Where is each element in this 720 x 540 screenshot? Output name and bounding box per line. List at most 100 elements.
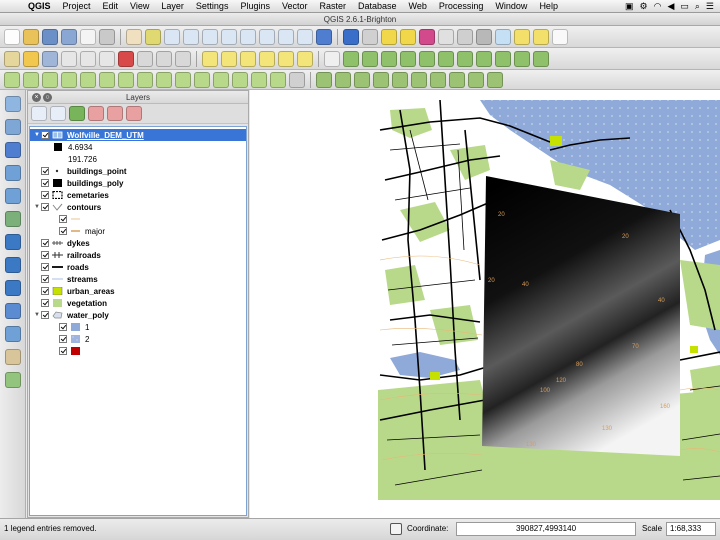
highlight-pinned-labels-icon[interactable] xyxy=(240,50,256,67)
layer-visibility-checkbox[interactable] xyxy=(41,299,49,307)
filter-legend-icon[interactable] xyxy=(69,106,85,121)
expand-all-icon[interactable] xyxy=(88,106,104,121)
menu-project[interactable]: Project xyxy=(57,1,97,11)
rotate-point-symbols-icon[interactable] xyxy=(270,71,286,88)
layer-visibility-checkbox[interactable] xyxy=(41,239,49,247)
display-icon[interactable]: ▣ xyxy=(625,1,634,12)
legend-entry[interactable]: 1 xyxy=(30,321,246,333)
refresh-icon[interactable] xyxy=(316,28,332,45)
add-wcs-layer-icon[interactable] xyxy=(476,50,492,67)
composer-manager-icon[interactable] xyxy=(99,28,115,45)
select-by-expression-icon[interactable] xyxy=(419,28,435,45)
shape-digitize-icon[interactable] xyxy=(316,71,332,88)
cut-features-icon[interactable] xyxy=(137,50,153,67)
select-features-icon[interactable] xyxy=(381,28,397,45)
show-bookmarks-icon[interactable] xyxy=(533,28,549,45)
add-wcs-side-icon[interactable] xyxy=(4,257,21,273)
add-csv-layer-icon[interactable] xyxy=(324,50,340,67)
spotlight-search-icon[interactable]: ⌕ xyxy=(695,1,700,12)
menu-view[interactable]: View xyxy=(124,1,155,11)
zoom-actual-size-icon[interactable] xyxy=(202,28,218,45)
add-raster-layer-side-icon[interactable] xyxy=(4,119,21,135)
layer-visibility-checkbox[interactable] xyxy=(41,203,49,211)
menu-help[interactable]: Help xyxy=(533,1,564,11)
add-spatialite-layer-icon[interactable] xyxy=(400,50,416,67)
menu-database[interactable]: Database xyxy=(352,1,403,11)
toggle-extents-icon[interactable] xyxy=(390,523,402,535)
layer-visibility-checkbox[interactable] xyxy=(41,167,49,175)
save-project-icon[interactable] xyxy=(42,28,58,45)
spatial-query-icon[interactable] xyxy=(468,71,484,88)
layer-visibility-checkbox[interactable] xyxy=(41,275,49,283)
layer-visibility-checkbox[interactable] xyxy=(41,191,49,199)
new-print-composer-icon[interactable] xyxy=(80,28,96,45)
layer-row[interactable]: vegetation xyxy=(30,297,246,309)
notification-list-icon[interactable]: ☰ xyxy=(706,1,714,12)
map-tips-icon[interactable] xyxy=(495,28,511,45)
add-part-icon[interactable] xyxy=(80,71,96,88)
merge-attributes-icon[interactable] xyxy=(251,71,267,88)
pan-map-icon[interactable] xyxy=(126,28,142,45)
class-visibility-checkbox[interactable] xyxy=(59,215,67,223)
add-wms-layer-icon[interactable] xyxy=(457,50,473,67)
pan-to-selection-icon[interactable] xyxy=(145,28,161,45)
menu-vector[interactable]: Vector xyxy=(276,1,314,11)
layer-visibility-checkbox[interactable] xyxy=(41,287,49,295)
delete-ring-icon[interactable] xyxy=(118,71,134,88)
add-wfs-side-icon[interactable] xyxy=(4,280,21,296)
run-feature-action-icon[interactable] xyxy=(362,28,378,45)
node-tool-icon[interactable] xyxy=(99,50,115,67)
georeferencer-icon[interactable] xyxy=(354,71,370,88)
collapse-arrow-icon[interactable]: ▼ xyxy=(33,132,41,138)
new-project-icon[interactable] xyxy=(4,28,20,45)
add-vector-layer-icon[interactable] xyxy=(343,50,359,67)
add-mssql-layer-icon[interactable] xyxy=(419,50,435,67)
copy-features-icon[interactable] xyxy=(156,50,172,67)
new-shapefile-layer-icon[interactable] xyxy=(514,50,530,67)
label-tool-icon[interactable] xyxy=(202,50,218,67)
class-visibility-checkbox[interactable] xyxy=(59,347,67,355)
menu-edit[interactable]: Edit xyxy=(97,1,125,11)
new-gpx-layer-icon[interactable] xyxy=(4,372,21,388)
layer-row[interactable]: railroads xyxy=(30,249,246,261)
change-label-icon[interactable] xyxy=(297,50,313,67)
menu-plugins[interactable]: Plugins xyxy=(234,1,276,11)
layer-row[interactable]: buildings_poly xyxy=(30,177,246,189)
field-calculator-icon[interactable] xyxy=(457,28,473,45)
save-as-icon[interactable] xyxy=(61,28,77,45)
layer-visibility-checkbox[interactable] xyxy=(41,131,49,139)
redo-icon[interactable] xyxy=(23,71,39,88)
volume-icon[interactable]: ◀ xyxy=(667,1,674,12)
new-spatialite-layer-icon[interactable] xyxy=(533,50,549,67)
fill-ring-icon[interactable] xyxy=(99,71,115,88)
delete-selected-icon[interactable] xyxy=(118,50,134,67)
class-visibility-checkbox[interactable] xyxy=(59,227,67,235)
layer-visibility-checkbox[interactable] xyxy=(41,179,49,187)
raster-calculator-icon[interactable] xyxy=(430,71,446,88)
layer-visibility-checkbox[interactable] xyxy=(41,311,49,319)
move-feature-icon[interactable] xyxy=(80,50,96,67)
circular-string-icon[interactable] xyxy=(335,71,351,88)
class-visibility-checkbox[interactable] xyxy=(59,335,67,343)
battery-icon[interactable]: ▭ xyxy=(680,1,689,12)
gps-tools-icon[interactable] xyxy=(373,71,389,88)
zoom-next-icon[interactable] xyxy=(297,28,313,45)
new-shapefile-side-icon[interactable] xyxy=(4,326,21,342)
menu-raster[interactable]: Raster xyxy=(314,1,353,11)
settings-gear-icon[interactable]: ⚙ xyxy=(640,1,648,12)
pin-labels-icon[interactable] xyxy=(221,50,237,67)
zoom-to-layer-icon[interactable] xyxy=(259,28,275,45)
layer-row[interactable]: urban_areas xyxy=(30,285,246,297)
zoom-full-icon[interactable] xyxy=(221,28,237,45)
text-annotation-icon[interactable] xyxy=(552,28,568,45)
coordinate-field[interactable]: 390827,4993140 xyxy=(456,522,636,536)
road-graph-icon[interactable] xyxy=(449,71,465,88)
remove-layer-icon[interactable] xyxy=(126,106,142,121)
open-attribute-table-icon[interactable] xyxy=(438,28,454,45)
add-raster-layer-icon[interactable] xyxy=(362,50,378,67)
paste-features-icon[interactable] xyxy=(175,50,191,67)
add-wms-side-icon[interactable] xyxy=(4,234,21,250)
scale-field[interactable]: 1:68,333 xyxy=(666,522,716,536)
layer-visibility-checkbox[interactable] xyxy=(41,251,49,259)
menu-layer[interactable]: Layer xyxy=(155,1,190,11)
